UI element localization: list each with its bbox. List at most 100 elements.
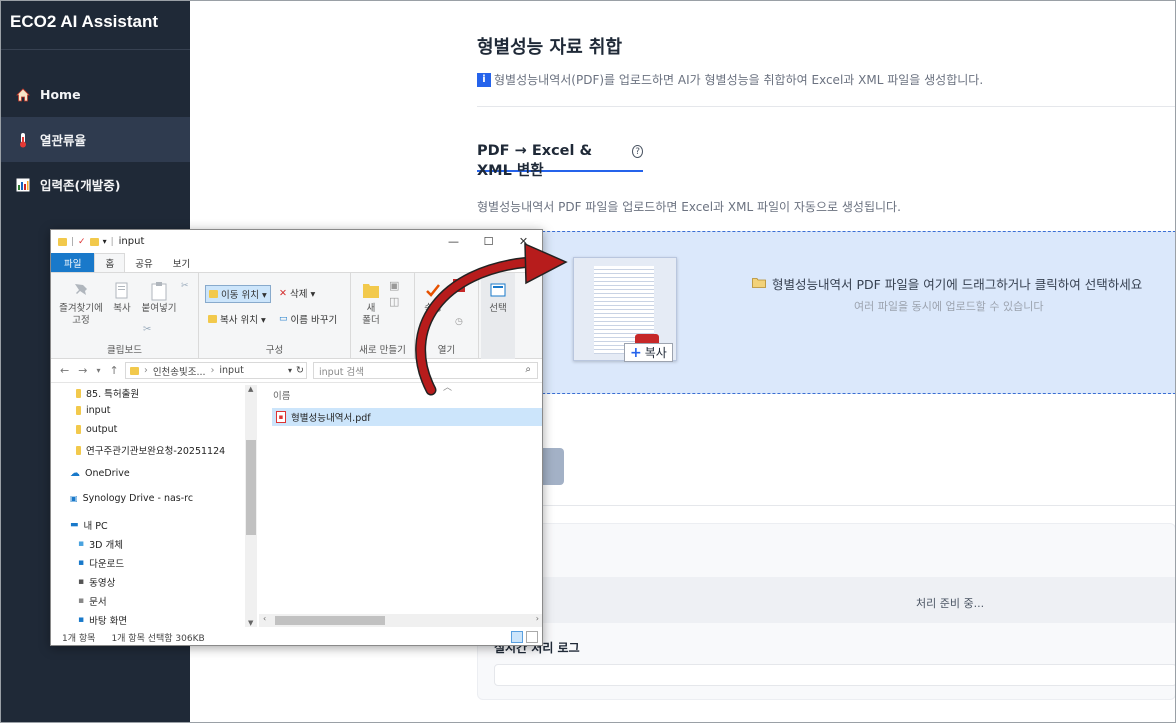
details-view-icon[interactable] xyxy=(511,631,523,643)
checkmark-icon[interactable]: ✓ xyxy=(78,237,86,247)
dropzone-instruction: 형별성능내역서 PDF 파일을 여기에 드래그하거나 클릭하여 선택하세요 xyxy=(752,274,1142,293)
ribbon-group-clipboard: 즐겨찾기에 고정 복사 붙여넣기 ✂ ✂ 클립보드 xyxy=(51,273,199,359)
nav-item-synology[interactable]: ▣ Synology Drive - nas-rc xyxy=(70,493,193,504)
folder-copy-icon xyxy=(208,315,217,323)
breadcrumb-chevron-icon: › xyxy=(210,365,215,376)
scrollbar-thumb[interactable] xyxy=(275,616,385,625)
easy-access-icon[interactable]: ◫ xyxy=(389,295,399,308)
folder-icon xyxy=(58,237,67,246)
sidebar-item-input-zone[interactable]: 입력존(개발중) xyxy=(0,162,190,207)
chevron-down-icon[interactable]: ▾ xyxy=(96,366,100,377)
nav-item-folder[interactable]: input xyxy=(76,405,110,416)
copy-to-button[interactable]: 복사 위치 ▾ xyxy=(208,312,266,326)
window-title: input xyxy=(118,236,145,247)
close-icon[interactable]: ✕ xyxy=(506,230,541,253)
nav-item-label: 다운로드 xyxy=(89,559,125,570)
address-bar[interactable]: › 인천송빛조... › input ▾ ↻ xyxy=(125,362,307,379)
help-icon[interactable]: ? xyxy=(526,257,538,270)
nav-item-this-pc[interactable]: ▬ 내 PC xyxy=(70,518,108,532)
breadcrumb-item[interactable]: 인천송빛조... xyxy=(153,364,206,378)
chevron-up-icon[interactable]: ︿ xyxy=(508,256,518,271)
nav-item-onedrive[interactable]: ☁ OneDrive xyxy=(70,468,130,479)
nav-item-folder[interactable]: 85. 특허출원 xyxy=(76,386,139,400)
breadcrumb-item[interactable]: input xyxy=(219,365,243,376)
tab-view[interactable]: 보기 xyxy=(163,253,200,272)
search-input[interactable]: input 검색 ⌕ xyxy=(313,362,538,379)
paste-button[interactable]: 붙여넣기 xyxy=(139,281,179,315)
window-titlebar: | ✓ ▾ | input — ☐ ✕ xyxy=(51,230,542,253)
large-icons-view-icon[interactable] xyxy=(526,631,538,643)
divider xyxy=(477,505,1176,506)
file-row[interactable]: ▪ 형별성능내역서.pdf xyxy=(272,408,542,426)
properties-button[interactable]: 속성 xyxy=(421,281,445,315)
minimize-icon[interactable]: — xyxy=(436,230,471,253)
ribbon-group-organize: 이동 위치 ▾ 복사 위치 ▾ ✕ 삭제 ▾ ▭ 이름 바꾸기 구성 xyxy=(199,273,351,359)
rename-button[interactable]: ▭ 이름 바꾸기 xyxy=(279,312,337,326)
ribbon-right-controls: ︿ ? xyxy=(508,256,538,271)
chevron-down-icon[interactable]: ▾ xyxy=(103,237,107,246)
tab-file[interactable]: 파일 xyxy=(51,253,95,272)
nav-item-label: output xyxy=(86,424,118,435)
delete-button[interactable]: ✕ 삭제 ▾ xyxy=(279,286,315,301)
status-selection: 1개 항목 선택함 306KB xyxy=(111,634,205,644)
new-item-icon[interactable]: ▣ xyxy=(389,279,399,292)
sidebar-menu: Home 열관류율 입력존(개발중) xyxy=(0,72,190,207)
folder-icon xyxy=(76,388,81,398)
scrollbar-thumb[interactable] xyxy=(246,440,256,535)
paste-icon xyxy=(151,282,167,301)
tab-home[interactable]: 홈 xyxy=(94,253,126,272)
scroll-right-icon[interactable]: › xyxy=(536,614,539,623)
nav-item-videos[interactable]: ▪ 동영상 xyxy=(78,575,115,589)
help-icon[interactable]: ? xyxy=(632,145,643,158)
scroll-left-icon[interactable]: ‹ xyxy=(263,614,266,623)
folder-icon[interactable] xyxy=(89,237,99,246)
back-arrow-icon[interactable]: ← xyxy=(60,364,69,377)
file-list-pane: 이름 ︿ ▪ 형별성능내역서.pdf xyxy=(267,383,542,616)
tab-share[interactable]: 공유 xyxy=(125,253,162,272)
nav-item-folder[interactable]: output xyxy=(76,424,117,435)
progress-bar xyxy=(478,577,1176,623)
folder-icon xyxy=(76,445,81,455)
nav-item-desktop[interactable]: ▪ 바탕 화면 xyxy=(78,613,127,627)
nav-item-label: 동영상 xyxy=(89,578,116,589)
nav-scrollbar[interactable]: ▲ ▼ xyxy=(245,385,257,627)
acrobat-icon[interactable] xyxy=(453,279,465,292)
group-label: 구성 xyxy=(265,345,284,356)
cut-icon[interactable]: ✂ xyxy=(181,281,189,291)
nav-buttons: ← → ▾ ↑ xyxy=(51,364,121,377)
scroll-up-icon[interactable]: ▲ xyxy=(248,385,253,393)
view-toggle xyxy=(511,631,538,643)
column-header-name[interactable]: 이름 xyxy=(273,388,290,402)
select-button[interactable]: 선택 xyxy=(484,281,512,315)
sidebar-item-home[interactable]: Home xyxy=(0,72,190,117)
history-icon[interactable]: ◷ xyxy=(455,317,463,327)
select-label: 선택 xyxy=(489,303,507,314)
forward-arrow-icon[interactable]: → xyxy=(78,364,87,377)
move-to-button[interactable]: 이동 위치 ▾ xyxy=(205,285,271,303)
quick-access-toolbar[interactable]: | ✓ ▾ | xyxy=(58,237,114,247)
maximize-icon[interactable]: ☐ xyxy=(471,230,506,253)
folder-move-icon xyxy=(209,290,218,298)
nav-item-documents[interactable]: ▪ 문서 xyxy=(78,594,107,608)
new-folder-button[interactable]: 새 폴더 xyxy=(359,281,383,327)
separator: | xyxy=(71,236,75,247)
scissors-icon[interactable]: ✂ xyxy=(143,324,151,335)
nav-item-folder[interactable]: 연구주관기관보완요청-20251124 xyxy=(76,443,225,457)
refresh-icon[interactable]: ↻ xyxy=(296,365,304,376)
tab-pdf-to-excel-xml[interactable]: PDF → Excel & XML 변환 ? xyxy=(477,143,643,179)
sidebar-item-thermal[interactable]: 열관류율 xyxy=(0,117,190,162)
nav-item-3d-objects[interactable]: ▪ 3D 개체 xyxy=(78,537,123,551)
chevron-down-icon[interactable]: ▾ xyxy=(288,366,292,375)
nav-item-downloads[interactable]: ▪ 다운로드 xyxy=(78,556,124,570)
up-arrow-icon[interactable]: ↑ xyxy=(109,364,118,377)
copy-label: 복사 xyxy=(113,303,131,314)
horizontal-scrollbar[interactable]: ‹ › xyxy=(259,614,542,627)
pin-button[interactable]: 즐겨찾기에 고정 xyxy=(56,281,106,327)
copy-button[interactable]: 복사 xyxy=(109,281,135,315)
file-explorer-window[interactable]: | ✓ ▾ | input — ☐ ✕ 파일 홈 공유 보기 ︿ ? 즐겨찾기에… xyxy=(50,229,543,646)
properties-icon xyxy=(426,284,440,297)
address-row: ← → ▾ ↑ › 인천송빛조... › input ▾ ↻ input 검색 … xyxy=(51,359,542,383)
nav-item-label: Synology Drive - nas-rc xyxy=(82,493,194,504)
synology-icon: ▣ xyxy=(70,494,78,503)
scroll-down-icon[interactable]: ▼ xyxy=(248,619,253,627)
